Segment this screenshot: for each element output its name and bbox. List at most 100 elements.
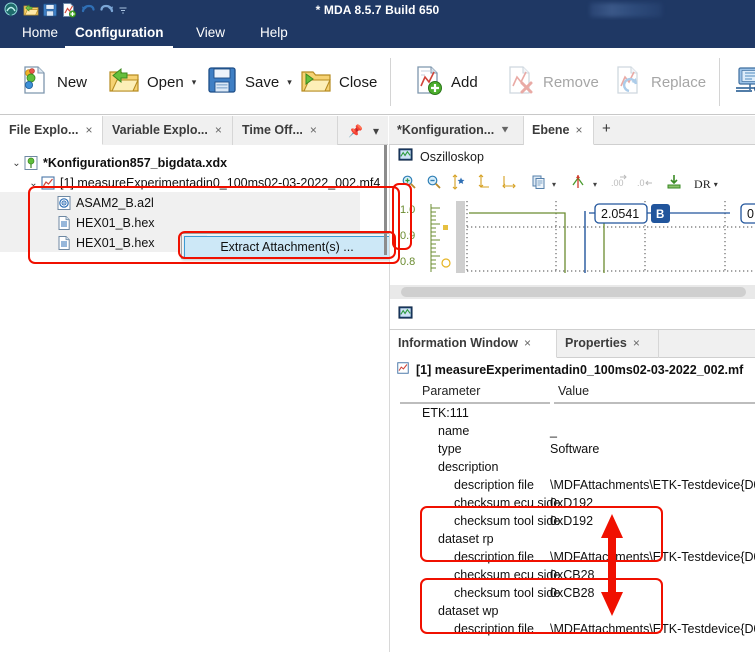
tab-time-offset[interactable]: Time Off... × [233,116,338,145]
ribbon-toolbar: New Open ▾ Save ▾ Close Add Remove Repla… [0,48,755,115]
device-monitor-icon [734,64,755,101]
save-button[interactable]: Save ▾ [202,60,296,104]
save-dropdown-caret-icon[interactable]: ▾ [287,77,292,88]
properties-row-key: name [438,424,470,438]
tab-properties-close-icon[interactable]: × [633,336,640,350]
svg-text:2.0541: 2.0541 [601,207,639,221]
properties-row[interactable]: ETK:111 [390,406,755,424]
hex-file-icon-2 [56,235,72,251]
decimals-decrease-icon[interactable]: .0 [637,174,654,195]
properties-column-headers: Parameter Value [390,382,755,404]
remove-measurement-icon [504,64,536,101]
properties-row[interactable]: dataset wp [390,604,755,622]
replace-button[interactable]: Replace [608,60,710,104]
tree-item-hex-1[interactable]: HEX01_B.hex [56,213,155,233]
dr-mode-caret-icon[interactable]: ▾ [714,180,718,189]
file-explorer-dock: File Explo... × Variable Explo... × Time O… [0,116,393,652]
context-menu-item-extract-attachments[interactable]: Extract Attachment(s) ... [184,236,390,258]
properties-row-key: description file [454,478,534,492]
properties-row[interactable]: description file \MDFAttachments\ETK-Test… [390,478,755,496]
close-folder-icon [300,64,332,101]
svg-text:.00: .00 [611,178,624,188]
tab-file-explorer-close-icon[interactable]: × [85,123,92,137]
ribbon-tab-bar: Home Configuration View Help [0,20,755,48]
properties-row-value: 0xCB28 [550,568,595,582]
properties-row-key: description [438,460,499,474]
cursor-settings-icon[interactable] [570,174,588,195]
fit-x-axis-icon[interactable] [501,174,517,195]
pin-icon[interactable]: 📌 [348,124,363,138]
zoom-in-icon[interactable] [401,174,417,195]
tree-item-hex-2[interactable]: HEX01_B.hex [56,233,155,253]
information-window-file-title: [1] measureExperimentadin0_100ms02-03-20… [416,363,744,377]
cursor-settings-caret-icon[interactable]: ▾ [593,180,597,189]
copy-display-icon[interactable] [531,174,547,195]
new-button[interactable]: New [14,60,91,104]
decimals-increase-icon[interactable]: .00 [611,174,628,195]
properties-row[interactable]: description file \MDFAttachments\ETK-Test… [390,550,755,568]
chevron-down-icon-2[interactable]: ⌄ [27,178,40,189]
properties-row-value: 0xCB28 [550,586,595,600]
properties-row[interactable]: checksum tool side 0xCB28 [390,586,755,604]
tab-variable-explorer[interactable]: Variable Explo... × [103,116,233,145]
properties-row-key: type [438,442,462,456]
tree-item-a2l[interactable]: ASAM2_B.a2l [56,193,154,213]
tree-row-band-1 [0,192,360,212]
close-button[interactable]: Close [296,60,381,104]
properties-row[interactable]: dataset rp [390,532,755,550]
properties-row-key: checksum tool side [454,586,561,600]
tab-information-window[interactable]: Information Window × [390,330,557,358]
properties-row[interactable]: checksum ecu side 0xD192 [390,496,755,514]
measurement-file-icon [40,175,56,191]
tab-information-window-close-icon[interactable]: × [524,336,531,350]
file-explorer-scrollbar[interactable] [384,145,387,255]
tab-ebene[interactable]: Ebene × [524,116,594,145]
zoom-out-icon[interactable] [426,174,442,195]
properties-row[interactable]: type Software [390,442,755,460]
svg-text:B: B [656,209,664,221]
open-dropdown-caret-icon[interactable]: ▾ [192,77,197,88]
copy-display-caret-icon[interactable]: ▾ [552,180,556,189]
tab-file-explorer-label: File Explo... [9,123,79,137]
properties-row[interactable]: description file \MDFAttachments\ETK-Test… [390,622,755,640]
properties-row[interactable]: name _ [390,424,755,442]
tab-konfiguration[interactable]: *Konfiguration... ⯆ [389,116,524,145]
ribbon-tab-home[interactable]: Home [12,20,68,48]
ribbon-tab-configuration[interactable]: Configuration [65,20,174,48]
hex-file-icon [56,215,72,231]
oscilloscope-plot[interactable]: 1.0 0.9 0.8 2.0541 B 0 [390,201,755,283]
add-button[interactable]: Add [408,60,482,104]
tab-properties[interactable]: Properties × [557,330,659,358]
information-window-file-header: [1] measureExperimentadin0_100ms02-03-20… [390,358,755,382]
tree-item-a2l-label: ASAM2_B.a2l [76,196,154,210]
add-tab-button[interactable]: + [602,120,611,137]
fit-to-signal-icon[interactable] [451,173,467,195]
oscilloscope-status-row [390,303,755,327]
tab-file-explorer[interactable]: File Explo... × [0,116,103,145]
tab-ebene-close-icon[interactable]: × [576,123,583,137]
add-measurement-icon [412,64,444,101]
tab-list-chevron-icon[interactable]: ▾ [373,124,379,138]
fit-y-axis-icon[interactable] [476,173,492,195]
tab-variable-explorer-label: Variable Explo... [112,123,208,137]
plot-horizontal-scrollbar[interactable] [401,287,746,297]
tree-item-measurement[interactable]: ⌄ [1] measureExperimentadin0_100ms02-03-… [27,173,380,193]
tab-time-offset-close-icon[interactable]: × [310,123,317,137]
ribbon-tab-view[interactable]: View [186,20,235,48]
dr-mode-label[interactable]: DR [694,177,711,192]
remove-button[interactable]: Remove [500,60,603,104]
tab-ebene-label: Ebene [532,123,570,137]
add-button-label: Add [451,73,478,91]
oscilloscope-small-icon[interactable] [398,305,413,325]
device-button[interactable] [730,60,755,104]
export-icon[interactable] [666,174,682,195]
properties-row[interactable]: description [390,460,755,478]
chevron-down-icon[interactable]: ⌄ [10,158,23,169]
properties-row[interactable]: checksum tool side 0xD192 [390,514,755,532]
properties-row[interactable]: checksum ecu side 0xCB28 [390,568,755,586]
tab-variable-explorer-close-icon[interactable]: × [215,123,222,137]
tree-item-configuration[interactable]: ⌄ *Konfiguration857_bigdata.xdx [10,153,227,173]
tab-konfiguration-chevron-icon[interactable]: ⯆ [500,123,510,137]
open-button[interactable]: Open ▾ [104,60,200,104]
ribbon-tab-help[interactable]: Help [250,20,298,48]
